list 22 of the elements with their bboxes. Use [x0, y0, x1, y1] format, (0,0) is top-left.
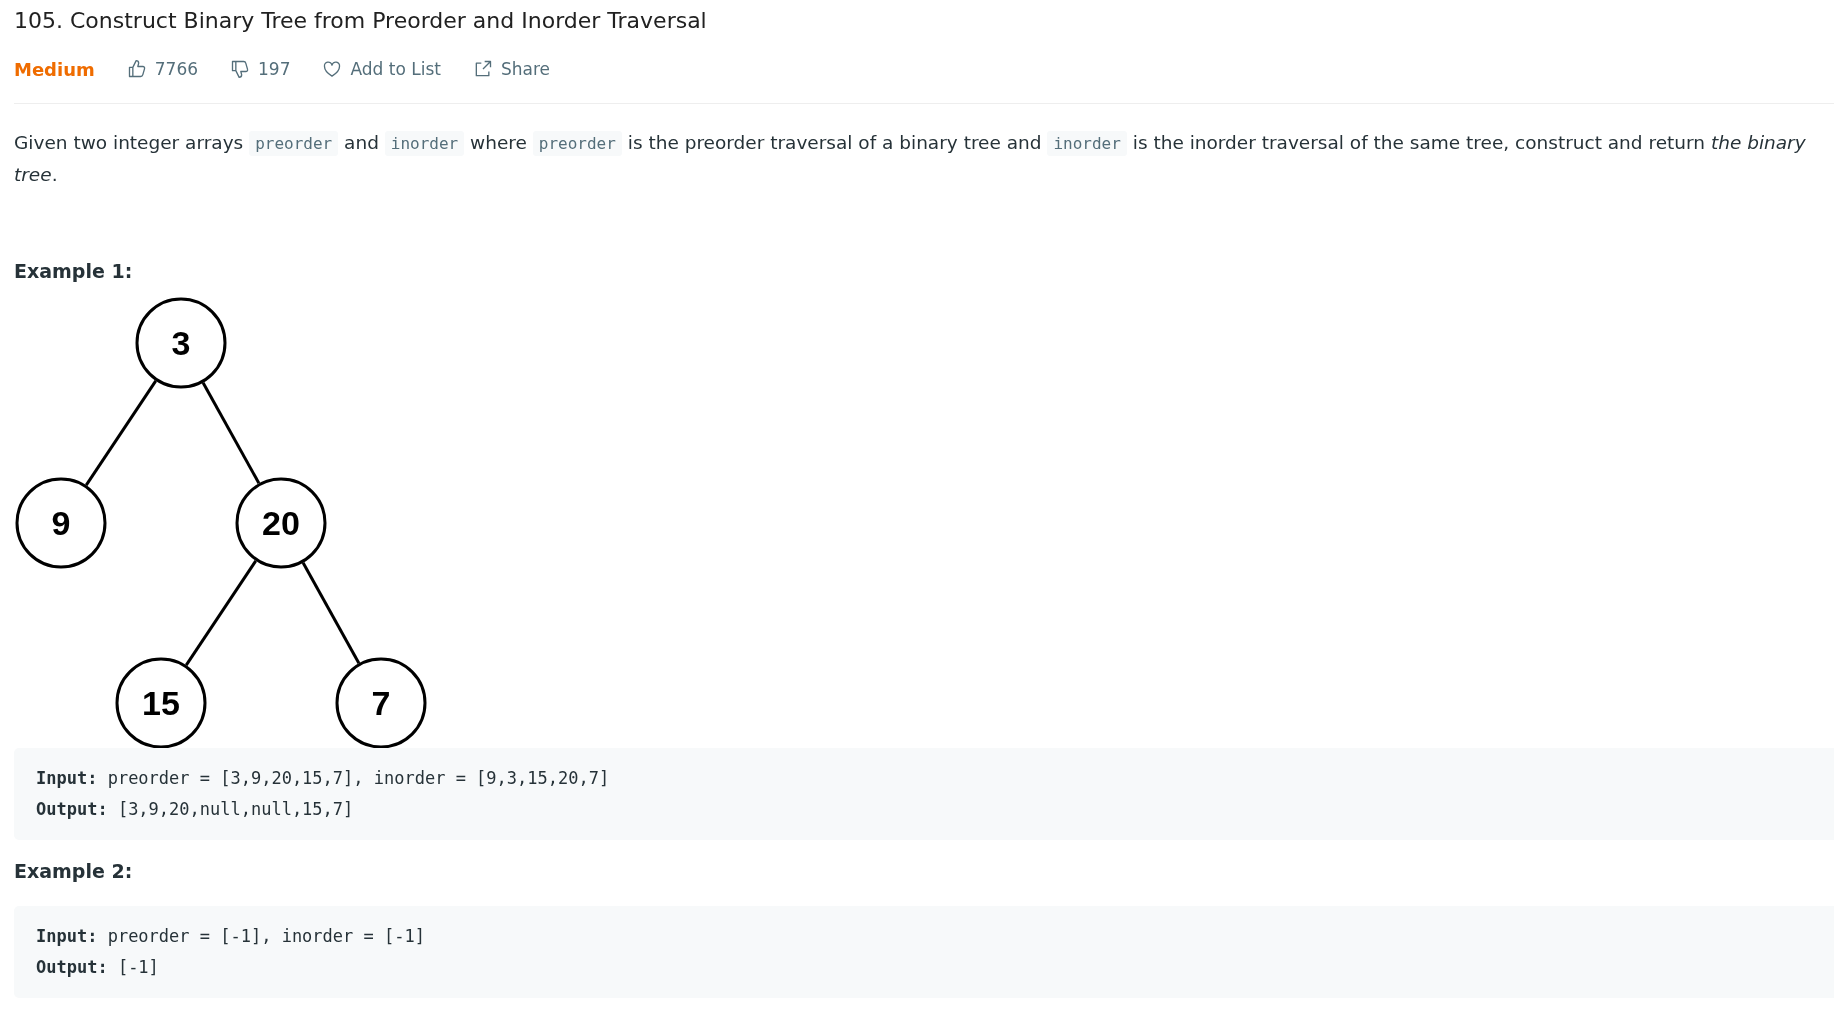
problem-title: 105. Construct Binary Tree from Preorder and Inorder Traversal	[14, 7, 708, 35]
tree-node: 3	[135, 297, 227, 389]
thumbs-down-icon	[230, 59, 250, 79]
dislike-button[interactable]: 197	[230, 59, 291, 79]
code-line: Input: preorder = [3,9,20,15,7], inorder = [9,3,15,20,7]	[36, 767, 611, 790]
example-heading: Example 2:	[14, 859, 134, 884]
tree-node: 7	[335, 657, 427, 748]
tree-node: 9	[15, 477, 107, 569]
tree-node: 15	[115, 657, 207, 748]
thumbs-up-icon	[126, 59, 147, 79]
heart-icon	[322, 59, 343, 79]
add-to-list-button[interactable]: Add to List	[322, 59, 441, 79]
problem-description: Given two integer arrays preorder and inorder where preorder is the preorder traversal of a binary tree and inorder is the inorder traversal of the same tree, construct and return the binary tree.	[14, 130, 1807, 187]
code-line: Input: preorder = [-1], inorder = [-1]	[36, 925, 426, 948]
example-heading: Example 1:	[14, 259, 134, 284]
tree-node: 20	[235, 477, 327, 569]
like-button[interactable]: 7766	[126, 59, 198, 79]
share-icon	[473, 59, 493, 79]
code-line: Output: [3,9,20,null,null,15,7]	[36, 798, 355, 821]
code-line: Output: [-1]	[36, 956, 160, 979]
share-button[interactable]: Share	[473, 59, 551, 79]
difficulty-label: Medium	[14, 58, 95, 80]
